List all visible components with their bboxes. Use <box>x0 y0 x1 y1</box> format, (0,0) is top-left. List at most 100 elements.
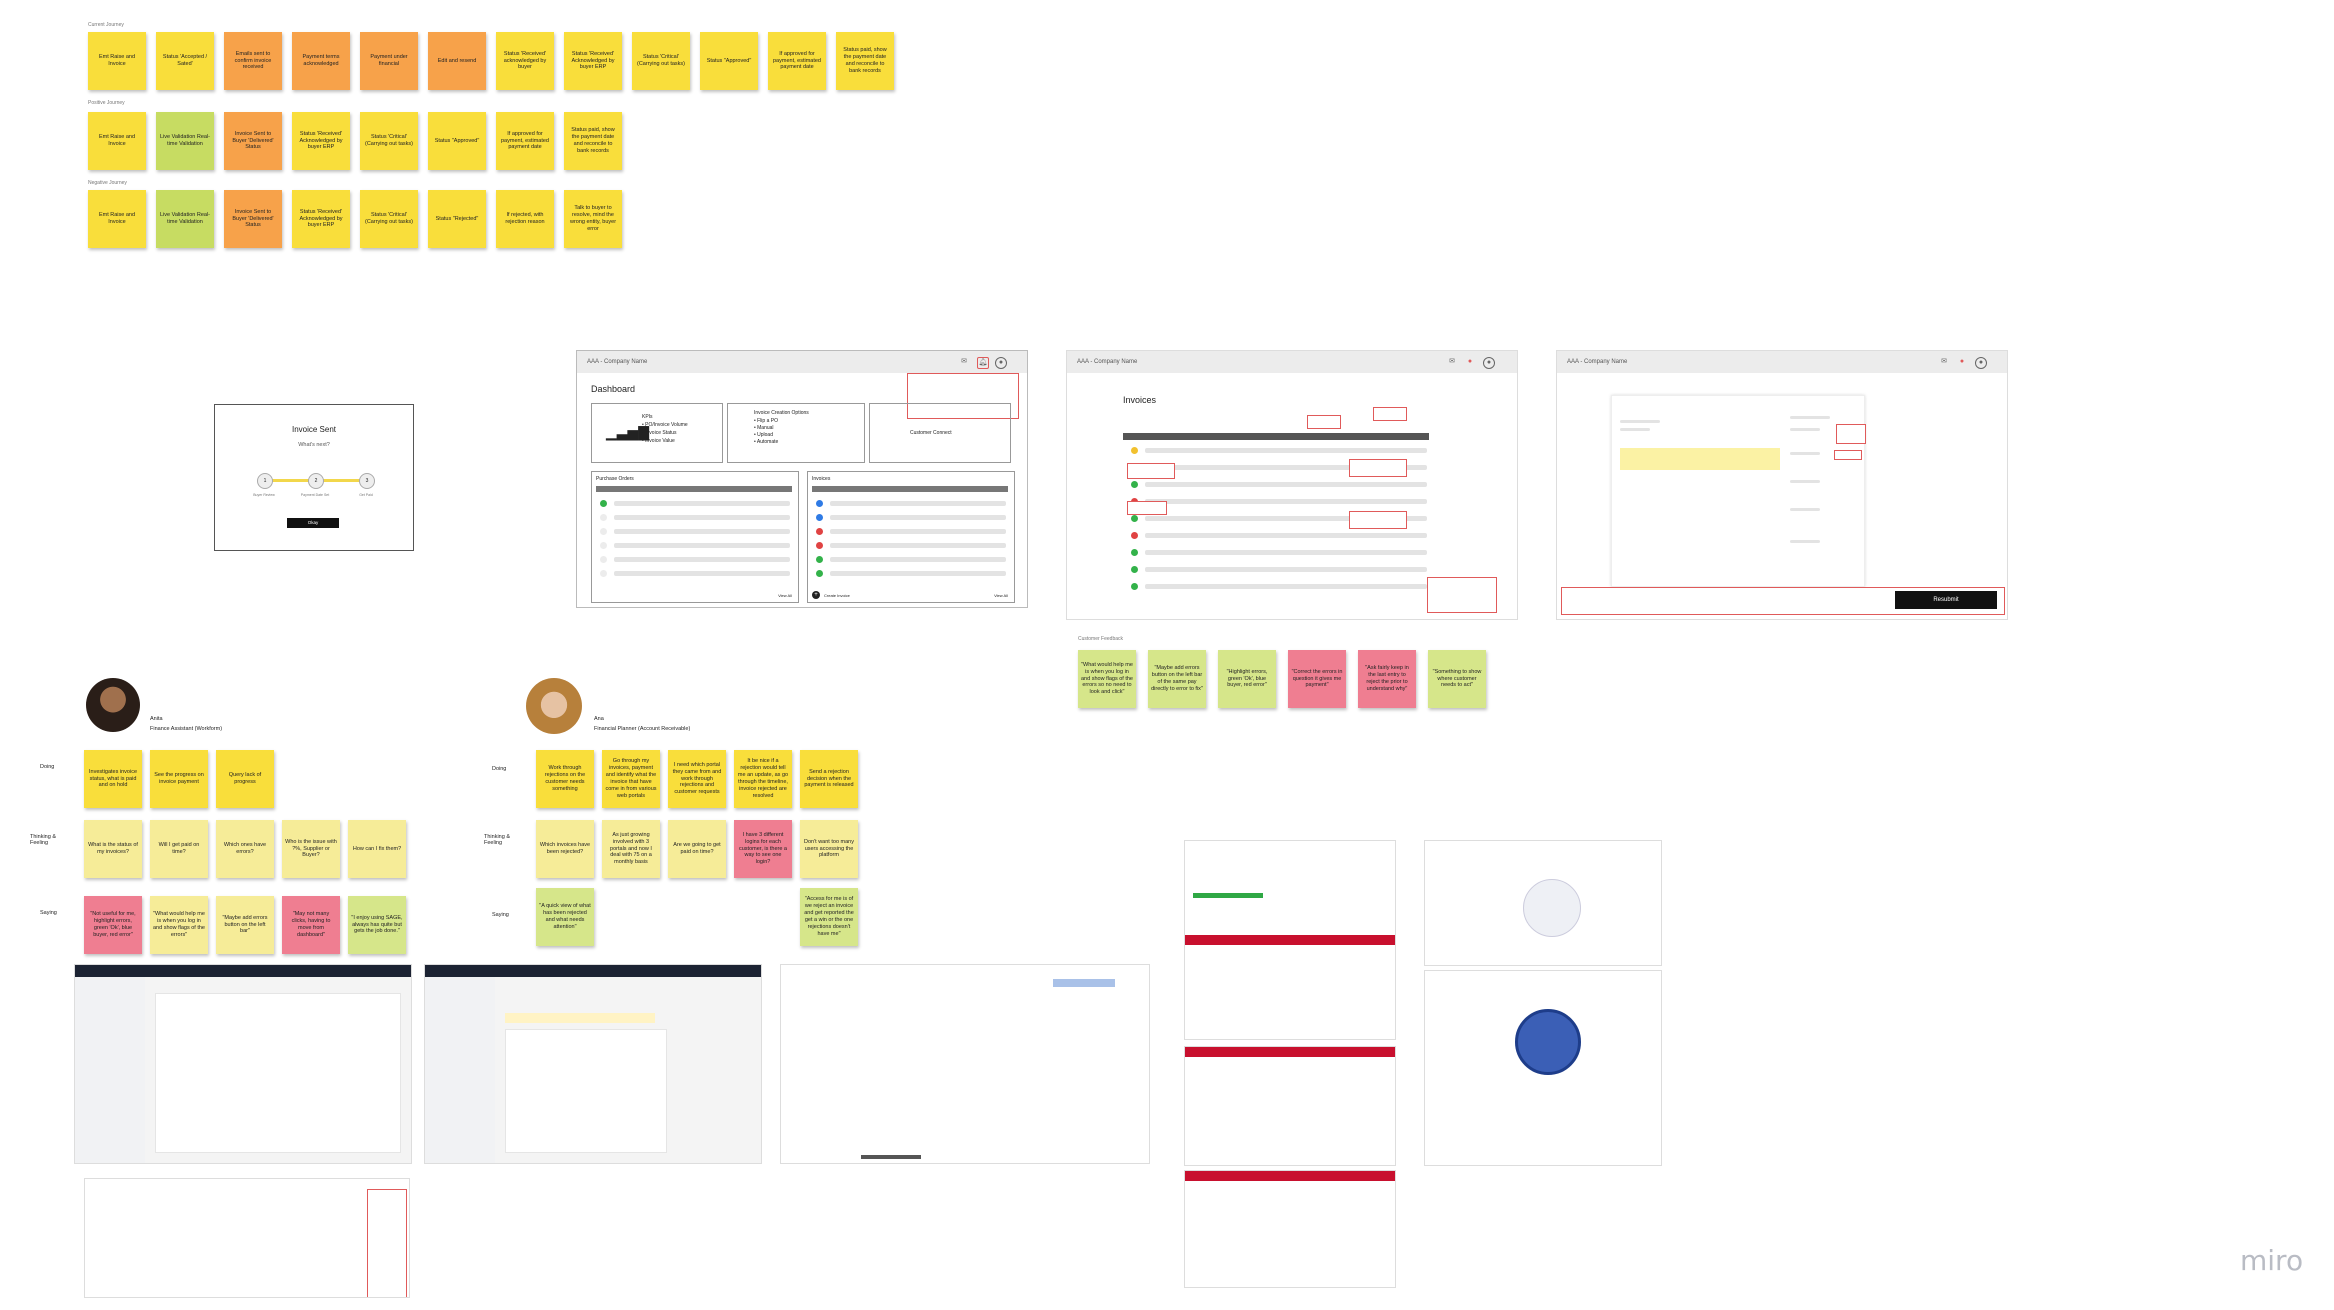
sticky-note[interactable]: Will I get paid on time? <box>150 820 208 878</box>
sticky-note[interactable]: Send a rejection decision when the payme… <box>800 750 858 808</box>
sticky-note[interactable]: "May not many clicks, having to move fro… <box>282 896 340 954</box>
create-invoice-link[interactable]: Create Invoice <box>824 593 850 598</box>
mail-icon[interactable]: ✉ <box>959 357 969 367</box>
sticky-note[interactable]: Payment under financial <box>360 32 418 90</box>
sticky-note[interactable]: How can I fix them? <box>348 820 406 878</box>
sticky-note[interactable]: Status 'Received' Acknowledged by buyer … <box>292 190 350 248</box>
sticky-note[interactable]: Status "Approved" <box>700 32 758 90</box>
sticky-note[interactable]: If approved for payment, estimated payme… <box>496 112 554 170</box>
table-row[interactable] <box>614 529 790 534</box>
sticky-note[interactable]: "Access for me is of we reject an invoic… <box>800 888 858 946</box>
table-row[interactable] <box>614 515 790 520</box>
sticky-note[interactable]: Which ones have errors? <box>216 820 274 878</box>
sticky-note[interactable]: "Something to show where customer needs … <box>1428 650 1486 708</box>
table-row[interactable] <box>614 571 790 576</box>
table-row[interactable] <box>830 571 1006 576</box>
sticky-note[interactable]: Which invoices have been rejected? <box>536 820 594 878</box>
user-icon[interactable]: ● <box>995 357 1007 369</box>
sticky-note[interactable]: As just growing involved with 3 portals … <box>602 820 660 878</box>
bell-icon[interactable]: 🔔︎ <box>977 357 989 369</box>
sticky-note[interactable]: "What would help me is when you log in a… <box>1078 650 1136 708</box>
sticky-note[interactable]: Live Validation Real-time Validation <box>156 190 214 248</box>
sticky-note[interactable]: Go through my invoices, payment and iden… <box>602 750 660 808</box>
mail-icon[interactable]: ✉ <box>1447 357 1457 367</box>
sticky-note[interactable]: Work through rejections on the customer … <box>536 750 594 808</box>
sticky-note[interactable]: Emt Raise and Invoice <box>88 112 146 170</box>
plus-icon[interactable]: + <box>812 591 820 599</box>
sticky-note[interactable]: "Maybe add errors button on the left bar… <box>1148 650 1206 708</box>
table-row[interactable] <box>1145 567 1427 572</box>
sticky-note[interactable]: Query lack of progress <box>216 750 274 808</box>
sticky-note[interactable]: Status 'Critical' (Carrying out tasks) <box>360 190 418 248</box>
sticky-note[interactable]: Status "Approved" <box>428 112 486 170</box>
creation-item-4[interactable]: • Automate <box>754 439 778 445</box>
sticky-note[interactable]: Status 'Received' Acknowledged by buyer … <box>564 32 622 90</box>
table-row[interactable] <box>1145 448 1427 453</box>
creation-item-3[interactable]: • Upload <box>754 432 773 438</box>
sticky-note[interactable]: Payment terms acknowledged <box>292 32 350 90</box>
user-icon[interactable]: ● <box>1483 357 1495 369</box>
table-row[interactable] <box>1145 550 1427 555</box>
table-row[interactable] <box>830 557 1006 562</box>
bell-icon[interactable]: ● <box>1957 357 1967 367</box>
sticky-note[interactable]: "Maybe add errors button on the left bar… <box>216 896 274 954</box>
sticky-note[interactable]: Investigates invoice status, what is pai… <box>84 750 142 808</box>
sticky-note[interactable]: Status 'Critical' (Carrying out tasks) <box>360 112 418 170</box>
sticky-note[interactable]: Emails sent to confirm invoice received <box>224 32 282 90</box>
po-view-all[interactable]: View All <box>778 593 792 598</box>
sticky-note[interactable]: Are we going to get paid on time? <box>668 820 726 878</box>
sticky-note[interactable]: What is the status of my invoices? <box>84 820 142 878</box>
table-row[interactable] <box>830 515 1006 520</box>
sticky-note[interactable]: Emt Raise and Invoice <box>88 190 146 248</box>
table-row[interactable] <box>1145 499 1427 504</box>
sticky-note[interactable]: See the progress on invoice payment <box>150 750 208 808</box>
sticky-note[interactable]: Who is the issue with ?%, Supplier or Bu… <box>282 820 340 878</box>
sticky-note[interactable]: Status 'Critical' (Carrying out tasks) <box>632 32 690 90</box>
resubmit-button[interactable]: Resubmit <box>1895 591 1997 609</box>
sticky-note[interactable]: Status 'Received' acknowledged by buyer <box>496 32 554 90</box>
sticky-note[interactable]: Status "Rejected" <box>428 190 486 248</box>
table-row[interactable] <box>830 543 1006 548</box>
sticky-note[interactable]: "Highlight errors, green 'Ok', blue buye… <box>1218 650 1276 708</box>
table-row[interactable] <box>614 501 790 506</box>
table-row[interactable] <box>1145 533 1427 538</box>
sticky-note[interactable]: Status 'Received' Acknowledged by buyer … <box>292 112 350 170</box>
user-icon[interactable]: ● <box>1975 357 1987 369</box>
creation-item-1[interactable]: • Flip a PO <box>754 418 778 424</box>
okay-button[interactable]: Okay <box>287 518 339 528</box>
sticky-note[interactable]: If approved for payment, estimated payme… <box>768 32 826 90</box>
sticky-note[interactable]: Status 'Accepted / Sated' <box>156 32 214 90</box>
table-row[interactable] <box>830 501 1006 506</box>
inv-view-all[interactable]: View All <box>994 593 1008 598</box>
sticky-note[interactable]: Edit and resend <box>428 32 486 90</box>
table-row[interactable] <box>1145 584 1427 589</box>
sticky-note[interactable]: "Ask fairly keep in the last entry to re… <box>1358 650 1416 708</box>
sticky-note[interactable]: I have 3 different logins for each custo… <box>734 820 792 878</box>
sticky-note[interactable]: "Not useful for me, highlight errors, gr… <box>84 896 142 954</box>
sticky-note[interactable]: Status paid, show the payment date and r… <box>564 112 622 170</box>
sticky-note[interactable]: Live Validation Real-time Validation <box>156 112 214 170</box>
table-row[interactable] <box>830 529 1006 534</box>
sticky-note[interactable]: "I enjoy using SAGE, always has quite bu… <box>348 896 406 954</box>
sticky-note[interactable]: I need which portal they came from and w… <box>668 750 726 808</box>
sticky-note[interactable]: Status paid, show the payment date and r… <box>836 32 894 90</box>
sticky-note[interactable]: If rejected, with rejection reason <box>496 190 554 248</box>
table-row[interactable] <box>614 557 790 562</box>
sticky-note[interactable]: Don't want too many users accessing the … <box>800 820 858 878</box>
mail-icon[interactable]: ✉ <box>1939 357 1949 367</box>
status-dot <box>600 556 607 563</box>
sticky-note[interactable]: It be nice if a rejection would tell me … <box>734 750 792 808</box>
sticky-note[interactable]: Talk to buyer to resolve, mind the wrong… <box>564 190 622 248</box>
customer-connect-panel[interactable]: Customer Connect <box>869 403 1011 463</box>
annotation-4 <box>1349 459 1407 477</box>
bell-icon[interactable]: ● <box>1465 357 1475 367</box>
table-row[interactable] <box>1145 482 1427 487</box>
creation-item-2[interactable]: • Manual <box>754 425 774 431</box>
sticky-note[interactable]: "Correct the errors in question it gives… <box>1288 650 1346 708</box>
table-row[interactable] <box>614 543 790 548</box>
sticky-note[interactable]: "A quick view of what has been rejected … <box>536 888 594 946</box>
sticky-note[interactable]: Emt Raise and Invoice <box>88 32 146 90</box>
sticky-note[interactable]: Invoice Sent to Buyer 'Delivered' Status <box>224 112 282 170</box>
sticky-note[interactable]: "What would help me is when you log in a… <box>150 896 208 954</box>
sticky-note[interactable]: Invoice Sent to Buyer 'Delivered' Status <box>224 190 282 248</box>
